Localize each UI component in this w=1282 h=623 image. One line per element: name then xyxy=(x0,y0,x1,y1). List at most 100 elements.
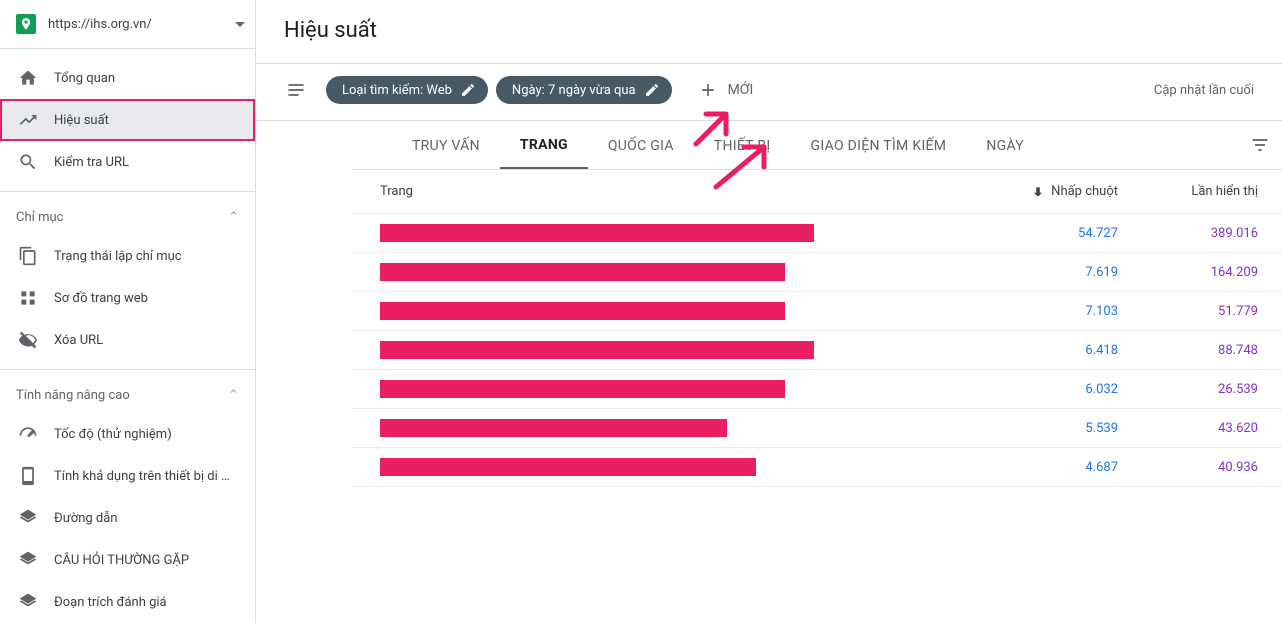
nav-review[interactable]: Đoạn trích đánh giá xyxy=(0,581,255,623)
nav-removals[interactable]: Xóa URL xyxy=(0,319,255,361)
nav-enhance: Tính năng nâng cao ⌃ Tốc độ (thử nghiệm)… xyxy=(0,370,255,623)
search-icon xyxy=(18,152,38,172)
layers-icon xyxy=(18,550,38,570)
tab-queries[interactable]: TRUY VẤN xyxy=(392,122,500,168)
nav-label: Sơ đồ trang web xyxy=(54,291,148,306)
chip-date[interactable]: Ngày: 7 ngày vừa qua xyxy=(496,76,672,104)
nav-label: Đoạn trích đánh giá xyxy=(54,595,167,610)
edit-icon xyxy=(644,82,660,98)
caret-down-icon xyxy=(235,22,245,27)
cell-clicks: 6.032 xyxy=(978,382,1118,397)
col-clicks[interactable]: Nhấp chuột xyxy=(978,184,1118,199)
nav-performance[interactable]: Hiệu suất xyxy=(0,99,255,141)
tab-search-appearance[interactable]: GIAO DIỆN TÌM KIẾM xyxy=(791,122,967,168)
nav-mobile[interactable]: Tính khả dụng trên thiết bị di … xyxy=(0,455,255,497)
last-updated: Cập nhật lần cuối xyxy=(1154,83,1254,98)
nav-index-head[interactable]: Chỉ mục ⌃ xyxy=(0,200,255,235)
edit-icon xyxy=(460,82,476,98)
nav-label: Kiểm tra URL xyxy=(54,155,129,170)
table-row[interactable]: 5.53943.620 xyxy=(352,409,1282,448)
tab-pages[interactable]: TRANG xyxy=(500,121,588,169)
nav-label: Đường dẫn xyxy=(54,511,117,526)
layers-icon xyxy=(18,508,38,528)
nav-breadcrumbs[interactable]: Đường dẫn xyxy=(0,497,255,539)
nav-faq[interactable]: CÂU HỎI THƯỜNG GẶP xyxy=(0,539,255,581)
table-head: Trang Nhấp chuột Lần hiển thị xyxy=(352,170,1282,214)
visibility-off-icon xyxy=(18,330,38,350)
table-row[interactable]: 6.41888.748 xyxy=(352,331,1282,370)
speed-icon xyxy=(18,424,38,444)
content: TRUY VẤN TRANG QUỐC GIA THIẾT BỊ GIAO DI… xyxy=(256,121,1282,623)
filter-list-icon[interactable] xyxy=(1250,135,1270,155)
cell-clicks: 4.687 xyxy=(978,460,1118,475)
layers-icon xyxy=(18,592,38,612)
home-icon xyxy=(18,68,38,88)
chevron-up-icon: ⌃ xyxy=(228,388,239,403)
nav-label: Xóa URL xyxy=(54,333,103,348)
table-row[interactable]: 7.10351.779 xyxy=(352,292,1282,331)
arrow-down-icon xyxy=(1031,185,1045,199)
nav-label: CÂU HỎI THƯỜNG GẶP xyxy=(54,553,189,568)
nav-label: Trạng thái lập chỉ mục xyxy=(54,249,182,264)
cell-impressions: 51.779 xyxy=(1118,304,1258,319)
cell-clicks: 5.539 xyxy=(978,421,1118,436)
tab-countries[interactable]: QUỐC GIA xyxy=(588,122,694,168)
chevron-up-icon: ⌃ xyxy=(228,210,239,225)
add-filter[interactable]: MỚI xyxy=(698,80,754,100)
page-title: Hiệu suất xyxy=(284,18,1254,43)
nav-label: Tốc độ (thử nghiệm) xyxy=(54,427,172,442)
cell-impressions: 389.016 xyxy=(1118,226,1258,241)
property-logo-icon xyxy=(16,14,36,34)
redacted-page xyxy=(380,224,814,242)
cell-clicks: 7.103 xyxy=(978,304,1118,319)
nav-enhance-head[interactable]: Tính năng nâng cao ⌃ xyxy=(0,378,255,413)
cell-impressions: 164.209 xyxy=(1118,265,1258,280)
nav-url-inspect[interactable]: Kiểm tra URL xyxy=(0,141,255,183)
sitemap-icon xyxy=(18,288,38,308)
redacted-page xyxy=(380,302,785,320)
col-page: Trang xyxy=(380,184,978,199)
nav-sitemap[interactable]: Sơ đồ trang web xyxy=(0,277,255,319)
redacted-page xyxy=(380,263,785,281)
nav-index: Chỉ mục ⌃ Trạng thái lập chỉ mục Sơ đồ t… xyxy=(0,192,255,370)
tabs: TRUY VẤN TRANG QUỐC GIA THIẾT BỊ GIAO DI… xyxy=(352,121,1282,170)
table-row[interactable]: 4.68740.936 xyxy=(352,448,1282,487)
nav-label: Tính khả dụng trên thiết bị di … xyxy=(54,469,230,484)
table-row[interactable]: 54.727389.016 xyxy=(352,214,1282,253)
property-url: https://ihs.org.vn/ xyxy=(48,17,235,32)
main: Hiệu suất Loại tìm kiếm: Web Ngày: 7 ngà… xyxy=(256,0,1282,623)
tab-dates[interactable]: NGÀY xyxy=(966,122,1044,168)
redacted-page xyxy=(380,341,814,359)
cell-impressions: 26.539 xyxy=(1118,382,1258,397)
phone-icon xyxy=(18,466,38,486)
redacted-page xyxy=(380,380,785,398)
nav-label: Hiệu suất xyxy=(54,113,109,128)
header: Hiệu suất xyxy=(256,0,1282,64)
table-body: 54.727389.0167.619164.2097.10351.7796.41… xyxy=(352,214,1282,487)
chip-search-type[interactable]: Loại tìm kiếm: Web xyxy=(326,76,488,104)
nav-label: Tổng quan xyxy=(54,71,115,86)
filter-icon[interactable] xyxy=(284,78,308,102)
property-selector[interactable]: https://ihs.org.vn/ xyxy=(0,0,255,49)
nav-main: Tổng quan Hiệu suất Kiểm tra URL xyxy=(0,49,255,192)
redacted-page xyxy=(380,419,727,437)
cell-clicks: 54.727 xyxy=(978,226,1118,241)
redacted-page xyxy=(380,458,756,476)
cell-clicks: 7.619 xyxy=(978,265,1118,280)
nav-coverage[interactable]: Trạng thái lập chỉ mục xyxy=(0,235,255,277)
nav-speed[interactable]: Tốc độ (thử nghiệm) xyxy=(0,413,255,455)
cell-impressions: 88.748 xyxy=(1118,343,1258,358)
table-row[interactable]: 7.619164.209 xyxy=(352,253,1282,292)
filter-bar: Loại tìm kiếm: Web Ngày: 7 ngày vừa qua … xyxy=(256,64,1282,121)
cell-impressions: 43.620 xyxy=(1118,421,1258,436)
trending-icon xyxy=(18,110,38,130)
cell-impressions: 40.936 xyxy=(1118,460,1258,475)
nav-overview[interactable]: Tổng quan xyxy=(0,57,255,99)
table-row[interactable]: 6.03226.539 xyxy=(352,370,1282,409)
sidebar: https://ihs.org.vn/ Tổng quan Hiệu suất … xyxy=(0,0,256,623)
plus-icon xyxy=(698,80,718,100)
doc-icon xyxy=(18,246,38,266)
col-impressions[interactable]: Lần hiển thị xyxy=(1118,184,1258,199)
tab-devices[interactable]: THIẾT BỊ xyxy=(694,122,791,168)
cell-clicks: 6.418 xyxy=(978,343,1118,358)
